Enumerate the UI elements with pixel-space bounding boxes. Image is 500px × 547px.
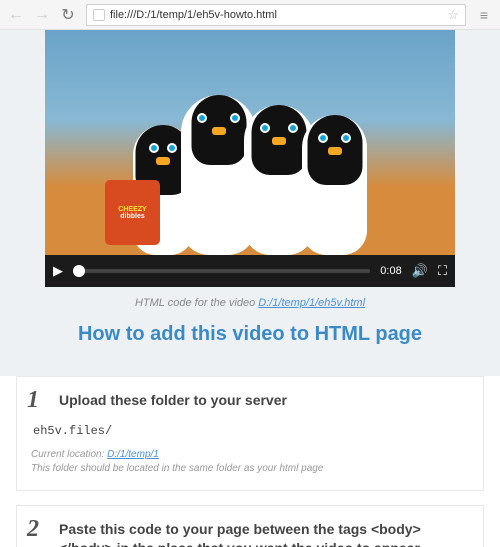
url-text: file:///D:/1/temp/1/eh5v-howto.html: [110, 9, 447, 21]
bookmark-star-icon[interactable]: ☆: [447, 7, 459, 23]
step-title: Upload these folder to your server: [59, 391, 469, 410]
video-controls: ▶ 0:08 🔊 ⛶: [45, 255, 455, 287]
progress-knob[interactable]: [73, 265, 85, 277]
back-button[interactable]: ←: [4, 3, 28, 27]
menu-button[interactable]: ≡: [472, 3, 496, 27]
folder-path: eh5v.files/: [33, 424, 469, 438]
page-title: How to add this video to HTML page: [0, 323, 500, 346]
forward-button[interactable]: →: [30, 3, 54, 27]
progress-track[interactable]: [73, 269, 370, 273]
page-icon: [93, 9, 105, 21]
step-2: 2 Paste this code to your page between t…: [16, 505, 484, 547]
snack-bag: CHEEZY dibbles: [105, 180, 160, 245]
video-caption: HTML code for the video D:/1/temp/1/eh5v…: [0, 297, 500, 309]
address-bar[interactable]: file:///D:/1/temp/1/eh5v-howto.html ☆: [86, 4, 466, 26]
steps-container: 1 Upload these folder to your server eh5…: [0, 376, 500, 547]
video-section: CHEEZY dibbles ▶ 0:08 🔊 ⛶ HTML code for …: [0, 30, 500, 376]
step-note: Current location: D:/1/temp/1 This folde…: [31, 448, 469, 476]
step-number: 1: [27, 387, 39, 414]
time-display: 0:08: [380, 265, 401, 277]
play-icon[interactable]: ▶: [53, 263, 63, 279]
location-link[interactable]: D:/1/temp/1: [107, 449, 159, 460]
video-frame[interactable]: CHEEZY dibbles: [45, 30, 455, 255]
reload-button[interactable]: ↻: [56, 3, 80, 27]
page-content: CHEEZY dibbles ▶ 0:08 🔊 ⛶ HTML code for …: [0, 30, 500, 547]
video-player[interactable]: CHEEZY dibbles ▶ 0:08 🔊 ⛶: [45, 30, 455, 287]
volume-icon[interactable]: 🔊: [412, 263, 428, 279]
video-link[interactable]: D:/1/temp/1/eh5v.html: [258, 297, 365, 309]
step-title: Paste this code to your page between the…: [59, 520, 469, 547]
step-number: 2: [27, 516, 39, 543]
step-1: 1 Upload these folder to your server eh5…: [16, 376, 484, 491]
browser-toolbar: ← → ↻ file:///D:/1/temp/1/eh5v-howto.htm…: [0, 0, 500, 30]
fullscreen-icon[interactable]: ⛶: [438, 263, 447, 279]
